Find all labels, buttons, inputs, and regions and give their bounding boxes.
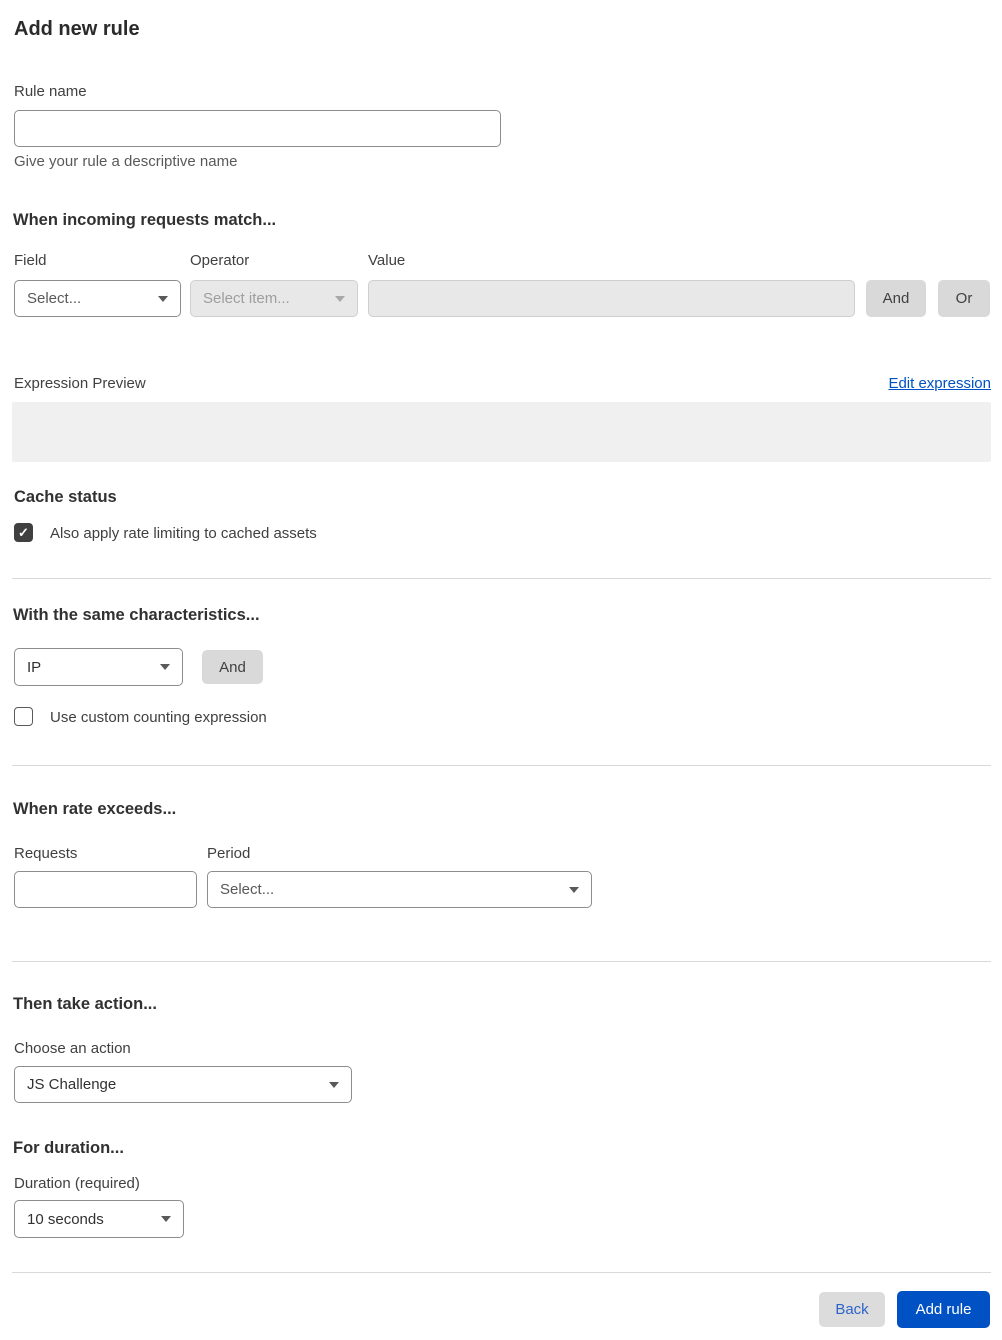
chevron-down-icon bbox=[161, 1216, 171, 1222]
requests-label: Requests bbox=[14, 845, 78, 862]
operator-label: Operator bbox=[190, 252, 250, 269]
page-title: Add new rule bbox=[14, 18, 140, 40]
cache-status-heading: Cache status bbox=[14, 488, 117, 506]
section-divider bbox=[12, 578, 991, 579]
add-rule-form: Add new rule Rule name Give your rule a … bbox=[0, 0, 1002, 1340]
characteristic-select[interactable]: IP bbox=[14, 648, 183, 686]
rule-name-helper: Give your rule a descriptive name bbox=[14, 153, 238, 170]
value-label: Value bbox=[368, 252, 406, 269]
match-section-heading: When incoming requests match... bbox=[13, 211, 277, 229]
choose-action-label: Choose an action bbox=[14, 1040, 131, 1057]
checkmark-icon: ✓ bbox=[18, 525, 29, 540]
chevron-down-icon bbox=[158, 295, 168, 302]
rule-name-label: Rule name bbox=[14, 83, 87, 100]
characteristics-and-label: And bbox=[219, 658, 246, 676]
period-select-value: Select... bbox=[220, 881, 275, 898]
or-button-label: Or bbox=[955, 290, 973, 307]
action-select-value: JS Challenge bbox=[27, 1076, 117, 1093]
custom-counting-checkbox-label: Use custom counting expression bbox=[50, 709, 267, 726]
chevron-down-icon bbox=[569, 886, 579, 893]
duration-select-value: 10 seconds bbox=[27, 1210, 104, 1228]
cache-assets-checkbox[interactable]: ✓ bbox=[14, 523, 33, 542]
add-rule-button-label: Add rule bbox=[915, 1301, 972, 1318]
field-label: Field bbox=[14, 252, 47, 269]
operator-select-value: Select item... bbox=[203, 290, 290, 307]
characteristics-and-button[interactable]: And bbox=[202, 650, 263, 684]
expression-preview-label: Expression Preview bbox=[14, 375, 146, 392]
action-select[interactable]: JS Challenge bbox=[14, 1066, 352, 1103]
and-button[interactable]: And bbox=[866, 280, 926, 317]
characteristic-select-value: IP bbox=[27, 658, 42, 676]
operator-select[interactable]: Select item... bbox=[190, 280, 358, 317]
or-button[interactable]: Or bbox=[938, 280, 990, 317]
back-button[interactable]: Back bbox=[819, 1292, 885, 1327]
chevron-down-icon bbox=[335, 295, 345, 302]
and-button-label: And bbox=[882, 290, 910, 307]
cache-assets-checkbox-label: Also apply rate limiting to cached asset… bbox=[50, 525, 317, 542]
rate-exceeds-heading: When rate exceeds... bbox=[13, 800, 177, 818]
period-select[interactable]: Select... bbox=[207, 871, 592, 908]
section-divider bbox=[12, 765, 991, 766]
chevron-down-icon bbox=[160, 664, 170, 670]
expression-preview-box bbox=[12, 402, 991, 462]
period-label: Period bbox=[207, 845, 251, 862]
back-button-label: Back bbox=[835, 1301, 869, 1318]
value-input[interactable] bbox=[368, 280, 855, 317]
field-select[interactable]: Select... bbox=[14, 280, 181, 317]
for-duration-heading: For duration... bbox=[13, 1139, 124, 1157]
field-select-value: Select... bbox=[27, 290, 82, 307]
custom-counting-checkbox[interactable] bbox=[14, 707, 33, 726]
add-rule-button[interactable]: Add rule bbox=[897, 1291, 990, 1328]
take-action-heading: Then take action... bbox=[13, 995, 157, 1013]
section-divider bbox=[12, 961, 991, 962]
requests-input[interactable] bbox=[14, 871, 197, 908]
characteristics-heading: With the same characteristics... bbox=[13, 606, 260, 624]
footer-divider bbox=[12, 1272, 991, 1273]
edit-expression-link[interactable]: Edit expression bbox=[888, 375, 991, 392]
chevron-down-icon bbox=[329, 1081, 339, 1088]
duration-select[interactable]: 10 seconds bbox=[14, 1200, 184, 1238]
rule-name-input[interactable] bbox=[14, 110, 501, 147]
duration-label: Duration (required) bbox=[14, 1175, 140, 1192]
